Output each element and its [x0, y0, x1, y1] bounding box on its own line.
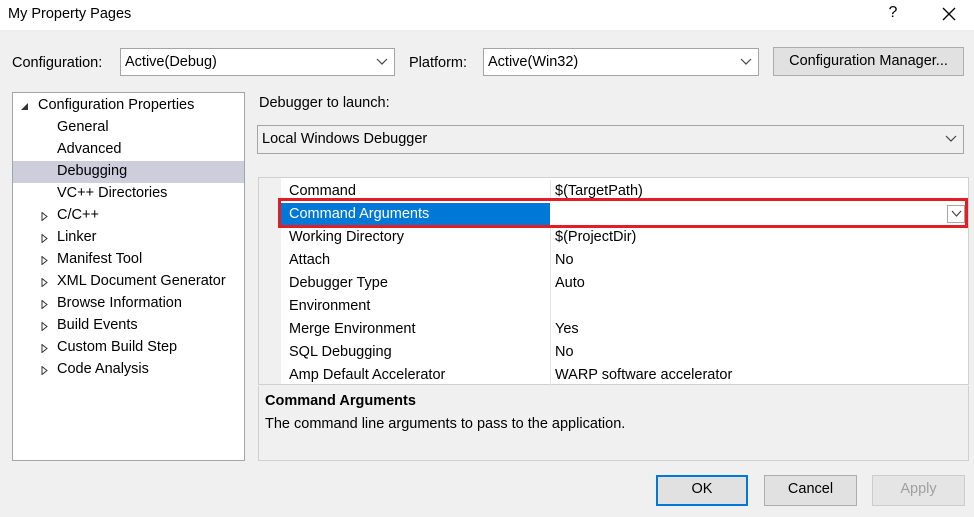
tree-item-manifest-tool[interactable]: Manifest Tool	[13, 249, 244, 271]
tree-item-vc-directories[interactable]: VC++ Directories	[13, 183, 244, 205]
property-row-amp-default-accelerator[interactable]: Amp Default Accelerator WARP software ac…	[281, 364, 968, 387]
tree-item-browse-information[interactable]: Browse Information	[13, 293, 244, 315]
tree-item-label: Custom Build Step	[57, 339, 178, 355]
property-value[interactable]: WARP software accelerator	[555, 367, 732, 383]
property-value[interactable]: No	[555, 252, 574, 268]
property-row-sql-debugging[interactable]: SQL Debugging No	[281, 341, 968, 364]
tree-item-debugging[interactable]: Debugging	[13, 161, 244, 183]
tree-item-label: Code Analysis	[57, 361, 149, 377]
chevron-down-icon	[376, 58, 388, 65]
collapsed-triangle-icon[interactable]	[41, 344, 49, 353]
platform-label: Platform:	[409, 55, 468, 71]
property-name: Command	[289, 183, 356, 199]
property-value[interactable]: Yes	[555, 321, 579, 337]
debugger-launch-value: Local Windows Debugger	[262, 131, 428, 147]
annotation-highlight-box	[278, 198, 968, 228]
property-name: Attach	[289, 252, 331, 268]
column-divider	[550, 341, 551, 364]
configuration-dropdown[interactable]: Active(Debug)	[120, 48, 395, 76]
description-pane: Command Arguments The command line argum…	[258, 386, 969, 461]
configuration-label: Configuration:	[12, 55, 103, 71]
column-divider	[550, 295, 551, 318]
column-divider	[550, 318, 551, 341]
title-bar: My Property Pages ?	[0, 0, 974, 30]
tree-root-label: Configuration Properties	[38, 97, 195, 113]
collapsed-triangle-icon[interactable]	[41, 300, 49, 309]
property-row-environment[interactable]: Environment	[281, 295, 968, 318]
property-name: Amp Default Accelerator	[289, 367, 446, 383]
tree-item-label: Advanced	[57, 141, 122, 157]
tree-item-label: C/C++	[57, 207, 99, 223]
column-divider	[550, 364, 551, 387]
ok-button[interactable]: OK	[656, 475, 748, 506]
property-name: Debugger Type	[289, 275, 388, 291]
property-value[interactable]: $(TargetPath)	[555, 183, 643, 199]
collapsed-triangle-icon[interactable]	[41, 256, 49, 265]
tree-item-custom-build-step[interactable]: Custom Build Step	[13, 337, 244, 359]
column-divider	[550, 272, 551, 295]
apply-button[interactable]: Apply	[872, 475, 965, 506]
platform-dropdown[interactable]: Active(Win32)	[483, 48, 759, 76]
property-value[interactable]: No	[555, 344, 574, 360]
collapsed-triangle-icon[interactable]	[41, 366, 49, 375]
property-name: Environment	[289, 298, 371, 314]
configuration-manager-button[interactable]: Configuration Manager...	[773, 47, 964, 76]
column-divider	[550, 249, 551, 272]
tree-item-c-cpp[interactable]: C/C++	[13, 205, 244, 227]
help-button[interactable]: ?	[885, 4, 901, 22]
tree-item-build-events[interactable]: Build Events	[13, 315, 244, 337]
debugger-launch-label: Debugger to launch:	[259, 95, 390, 111]
tree-item-label: Linker	[57, 229, 97, 245]
debugger-launch-dropdown[interactable]: Local Windows Debugger	[257, 125, 964, 154]
expanded-triangle-icon[interactable]	[21, 102, 29, 111]
tree-item-advanced[interactable]: Advanced	[13, 139, 244, 161]
tree-item-label: Manifest Tool	[57, 251, 143, 267]
property-value[interactable]: Auto	[555, 275, 585, 291]
property-row-working-directory[interactable]: Working Directory $(ProjectDir)	[281, 226, 968, 249]
property-row-merge-environment[interactable]: Merge Environment Yes	[281, 318, 968, 341]
tree-item-code-analysis[interactable]: Code Analysis	[13, 359, 244, 381]
tree-item-linker[interactable]: Linker	[13, 227, 244, 249]
property-row-debugger-type[interactable]: Debugger Type Auto	[281, 272, 968, 295]
close-icon	[942, 7, 956, 21]
platform-value: Active(Win32)	[488, 54, 579, 70]
tree-item-xml-document-generator[interactable]: XML Document Generator	[13, 271, 244, 293]
tree-item-label: XML Document Generator	[57, 273, 226, 289]
property-name: SQL Debugging	[289, 344, 392, 360]
description-title: Command Arguments	[265, 393, 416, 409]
chevron-down-icon	[945, 135, 957, 142]
tree-item-label: VC++ Directories	[57, 185, 168, 201]
tree-item-label: Debugging	[57, 163, 128, 179]
property-name: Merge Environment	[289, 321, 416, 337]
column-divider	[550, 226, 551, 249]
property-tree[interactable]: Configuration Properties General Advance…	[12, 92, 245, 461]
collapsed-triangle-icon[interactable]	[41, 278, 49, 287]
tree-item-general[interactable]: General	[13, 117, 244, 139]
property-name: Working Directory	[289, 229, 404, 245]
collapsed-triangle-icon[interactable]	[41, 322, 49, 331]
chevron-down-icon	[740, 58, 752, 65]
property-row-attach[interactable]: Attach No	[281, 249, 968, 272]
tree-root[interactable]: Configuration Properties	[13, 95, 244, 117]
cancel-button[interactable]: Cancel	[764, 475, 857, 506]
tree-item-label: Build Events	[57, 317, 138, 333]
collapsed-triangle-icon[interactable]	[41, 212, 49, 221]
collapsed-triangle-icon[interactable]	[41, 234, 49, 243]
window-title: My Property Pages	[8, 6, 132, 22]
tree-item-label: General	[57, 119, 109, 135]
description-text: The command line arguments to pass to th…	[265, 416, 626, 432]
property-value[interactable]: $(ProjectDir)	[555, 229, 636, 245]
tree-item-label: Browse Information	[57, 295, 182, 311]
close-button[interactable]	[937, 2, 961, 26]
configuration-value: Active(Debug)	[125, 54, 217, 70]
